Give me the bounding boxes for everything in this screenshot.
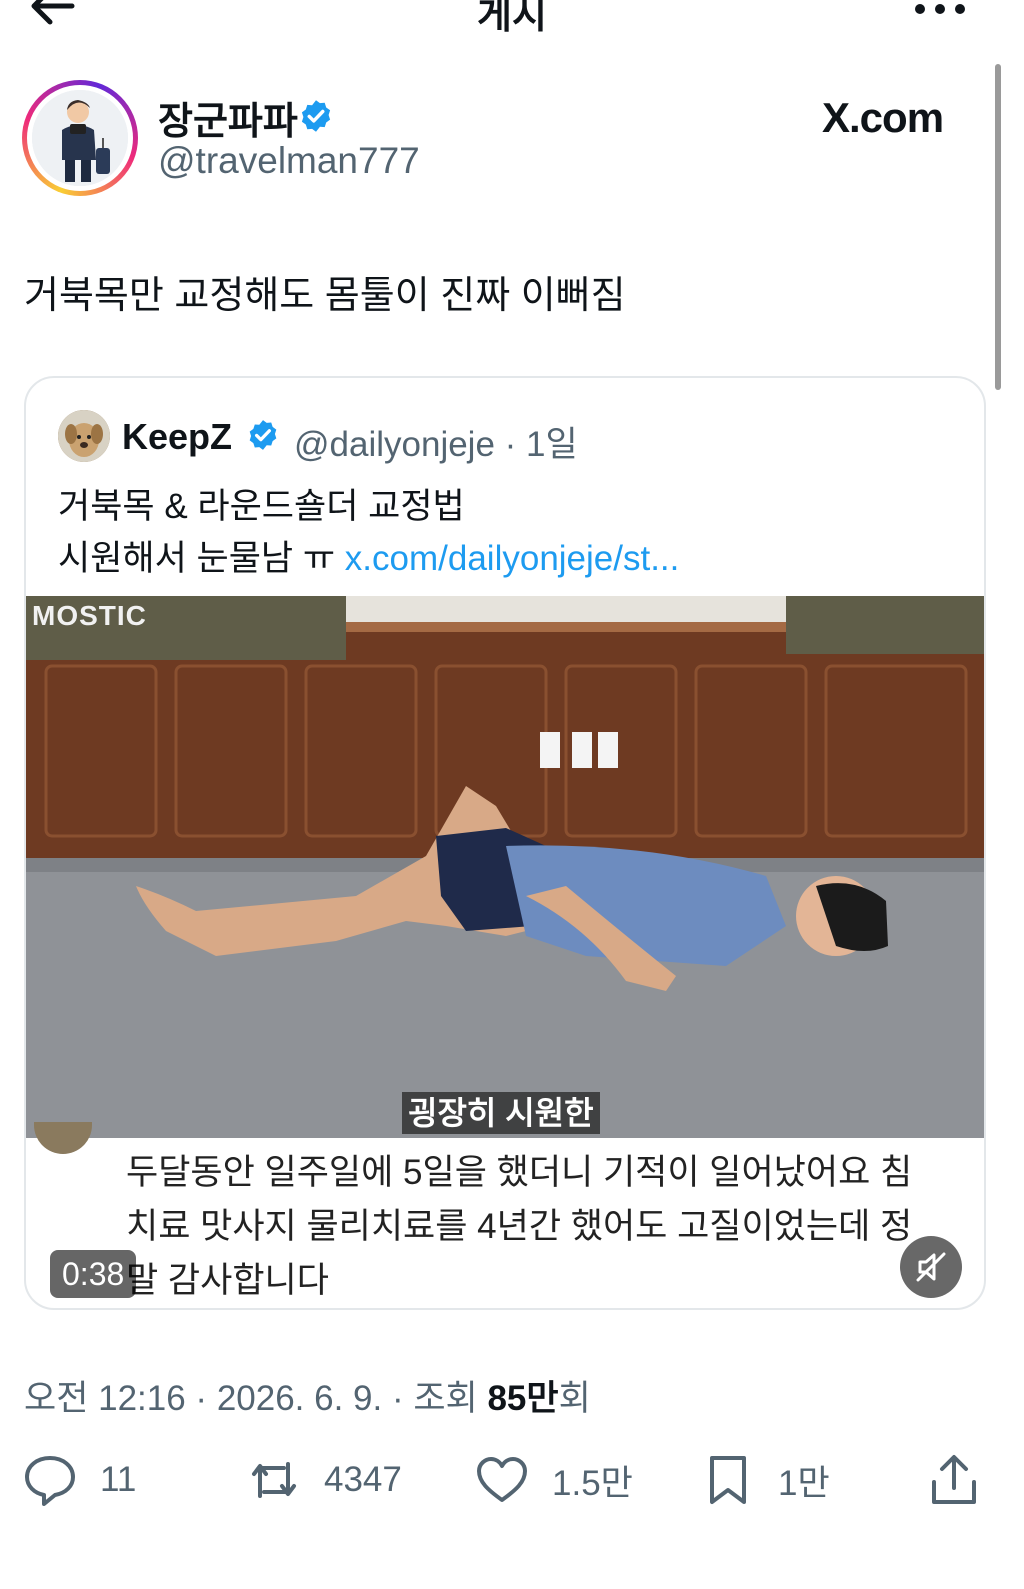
action-bar: 11 4347 1.5만 1만: [0, 1450, 1024, 1520]
avatar-illustration: [32, 90, 128, 186]
post-text: 거북목만 교정해도 몸툴이 진짜 이뻐짐: [24, 275, 626, 317]
quote-author-name[interactable]: KeepZ: [122, 416, 232, 458]
quote-text-line: 거북목 & 라운드숄더 교정법: [58, 487, 465, 526]
heart-icon: [477, 1457, 527, 1502]
author-avatar[interactable]: [22, 80, 138, 196]
reply-button[interactable]: 11: [22, 1450, 136, 1510]
video-frame: [26, 596, 984, 1138]
repost-icon: [252, 1462, 296, 1498]
video-player[interactable]: MOSTIC 굉장히 시원한 두달동안 일주일에 5일을 했더니 기적이 일어났…: [26, 596, 984, 1308]
quote-text-line: 시원해서 눈물남 ㅠ x.com/dailyonjeje/st...: [58, 530, 679, 581]
share-icon: [932, 1455, 976, 1504]
verified-badge-icon: [301, 100, 331, 132]
quote-card[interactable]: KeepZ @dailyonjeje · 1일 거북목 & 라운드숄더 교정법 …: [24, 376, 986, 1310]
reply-count: 11: [100, 1460, 137, 1499]
view-count: 85만: [487, 1379, 559, 1418]
dog-avatar-illustration: [58, 410, 110, 462]
bookmark-icon: [710, 1456, 746, 1504]
comment-line: 치료 맛사지 물리치료를 4년간 했어도 고질이었는데 정: [126, 1207, 913, 1246]
bookmark-count: 1만: [778, 1463, 830, 1503]
verified-badge-icon: [249, 420, 277, 450]
quote-text: 시원해서 눈물남 ㅠ: [58, 539, 336, 578]
page-title: 게시: [477, 0, 547, 37]
post-timestamp: 오전 12:16 · 2026. 6. 9. · 조회: [24, 1379, 488, 1418]
volume-muted-icon: [916, 1252, 946, 1282]
comment-line: 말 감사합니다: [126, 1261, 329, 1300]
like-button[interactable]: 1.5만: [474, 1450, 633, 1510]
share-button[interactable]: [926, 1450, 982, 1510]
author-handle[interactable]: @travelman777: [158, 140, 420, 182]
scrollbar[interactable]: [995, 64, 1001, 390]
like-count: 1.5만: [552, 1463, 633, 1503]
view-suffix: 회: [558, 1379, 591, 1418]
top-bar: 게시: [0, 0, 1024, 40]
post-meta: 오전 12:16 · 2026. 6. 9. · 조회 85만회: [24, 1370, 591, 1421]
video-comment-caption: 두달동안 일주일에 5일을 했더니 기적이 일어났어요 침 치료 맛사지 물리치…: [26, 1122, 984, 1308]
quote-author-handle[interactable]: @dailyonjeje · 1일: [294, 416, 578, 467]
quote-author-avatar[interactable]: [58, 410, 110, 462]
video-duration: 0:38: [50, 1250, 137, 1298]
reply-icon: [25, 1456, 75, 1506]
video-subtitle: 굉장히 시원한: [402, 1092, 600, 1134]
video-watermark: MOSTIC: [32, 600, 147, 631]
brand-watermark: X.com: [822, 94, 944, 141]
mute-button[interactable]: [900, 1236, 962, 1298]
bookmark-button[interactable]: 1만: [700, 1450, 830, 1510]
repost-count: 4347: [324, 1460, 402, 1499]
repost-button[interactable]: 4347: [246, 1450, 402, 1510]
author-display-name[interactable]: 장군파파: [158, 90, 298, 145]
commenter-avatar: [34, 1122, 92, 1154]
quote-link[interactable]: x.com/dailyonjeje/st...: [345, 539, 680, 578]
more-horizontal-icon[interactable]: [912, 2, 968, 16]
comment-line: 두달동안 일주일에 5일을 했더니 기적이 일어났어요 침: [126, 1153, 913, 1192]
